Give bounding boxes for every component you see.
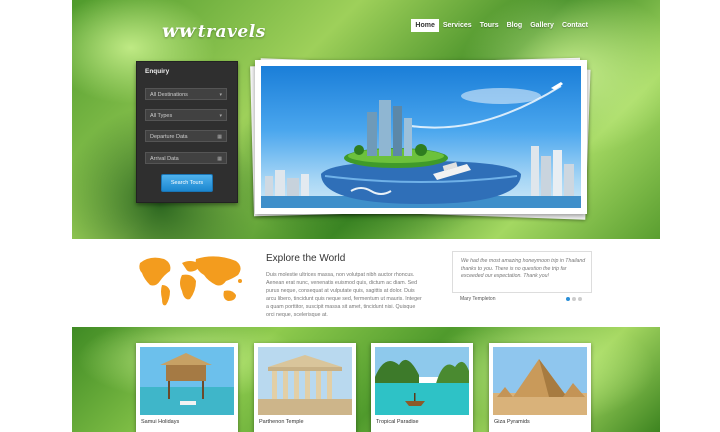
destinations-section: Samui Holidays Parthenon Temple Tropical… bbox=[72, 327, 660, 432]
search-tours-button[interactable]: Search Tours bbox=[161, 174, 213, 192]
calendar-icon: ▦ bbox=[217, 156, 222, 162]
testimonial-quote: We had the most amazing honeymoon trip i… bbox=[461, 258, 586, 279]
logo-mark: ᴡᴡ bbox=[162, 20, 196, 42]
destination-label: Samui Holidays bbox=[141, 419, 180, 425]
type-select[interactable]: All Types ▾ bbox=[145, 109, 227, 121]
destination-image bbox=[258, 347, 352, 415]
temple-image bbox=[258, 347, 352, 415]
pyramids-image bbox=[493, 347, 587, 415]
destination-select[interactable]: All Destinations ▾ bbox=[145, 88, 227, 100]
nav-gallery[interactable]: Gallery bbox=[526, 19, 558, 32]
testimonial-author: Mary Templeton bbox=[460, 296, 496, 302]
arrival-date-field[interactable]: Arrival Data ▦ bbox=[145, 152, 227, 164]
intro-text: Duis molestie ultrices massa, non volutp… bbox=[266, 272, 422, 318]
departure-date-field[interactable]: Departure Data ▦ bbox=[145, 130, 227, 142]
nav-services[interactable]: Services bbox=[439, 19, 476, 32]
chevron-down-icon: ▾ bbox=[219, 92, 222, 98]
enquiry-title: Enquiry bbox=[145, 68, 170, 75]
intro-section: Explore the World Duis molestie ultrices… bbox=[72, 239, 660, 327]
site-logo[interactable]: ᴡᴡ travels bbox=[162, 20, 266, 42]
logo-text: travels bbox=[197, 22, 266, 42]
pager-dot[interactable] bbox=[578, 297, 582, 301]
destination-card[interactable]: Samui Holidays bbox=[136, 343, 238, 432]
tropical-bay-image bbox=[375, 347, 469, 415]
hero-image bbox=[261, 66, 581, 208]
destination-label: Parthenon Temple bbox=[259, 419, 304, 425]
enquiry-panel: Enquiry All Destinations ▾ All Types ▾ D… bbox=[136, 61, 238, 203]
destination-image bbox=[375, 347, 469, 415]
type-value: All Types bbox=[150, 113, 173, 119]
nav-blog[interactable]: Blog bbox=[503, 19, 527, 32]
testimonial-box: We had the most amazing honeymoon trip i… bbox=[452, 251, 592, 293]
testimonial-pager bbox=[566, 297, 582, 301]
main-nav: Home Services Tours Blog Gallery Contact bbox=[411, 19, 592, 32]
destination-label: Tropical Paradise bbox=[376, 419, 419, 425]
destination-label: Giza Pyramids bbox=[494, 419, 530, 425]
departure-placeholder: Departure Data bbox=[150, 134, 188, 140]
destination-value: All Destinations bbox=[150, 92, 188, 98]
nav-contact[interactable]: Contact bbox=[558, 19, 592, 32]
hero-section: ᴡᴡ travels Home Services Tours Blog Galle… bbox=[72, 0, 660, 239]
pager-dot[interactable] bbox=[566, 297, 570, 301]
destination-image bbox=[493, 347, 587, 415]
arrival-placeholder: Arrival Data bbox=[150, 156, 179, 162]
page: ᴡᴡ travels Home Services Tours Blog Galle… bbox=[72, 0, 660, 432]
nav-tours[interactable]: Tours bbox=[476, 19, 503, 32]
destination-image bbox=[140, 347, 234, 415]
destination-card[interactable]: Tropical Paradise bbox=[371, 343, 473, 432]
pager-dot[interactable] bbox=[572, 297, 576, 301]
chevron-down-icon: ▾ bbox=[219, 113, 222, 119]
destination-card[interactable]: Giza Pyramids bbox=[489, 343, 591, 432]
intro-title: Explore the World bbox=[266, 253, 346, 264]
world-map-icon bbox=[139, 256, 242, 306]
beach-hut-image bbox=[140, 347, 234, 415]
city-island-illustration bbox=[261, 82, 581, 208]
nav-home[interactable]: Home bbox=[411, 19, 439, 32]
calendar-icon: ▦ bbox=[217, 134, 222, 140]
destination-card[interactable]: Parthenon Temple bbox=[254, 343, 356, 432]
hero-photo-frame bbox=[255, 60, 587, 214]
